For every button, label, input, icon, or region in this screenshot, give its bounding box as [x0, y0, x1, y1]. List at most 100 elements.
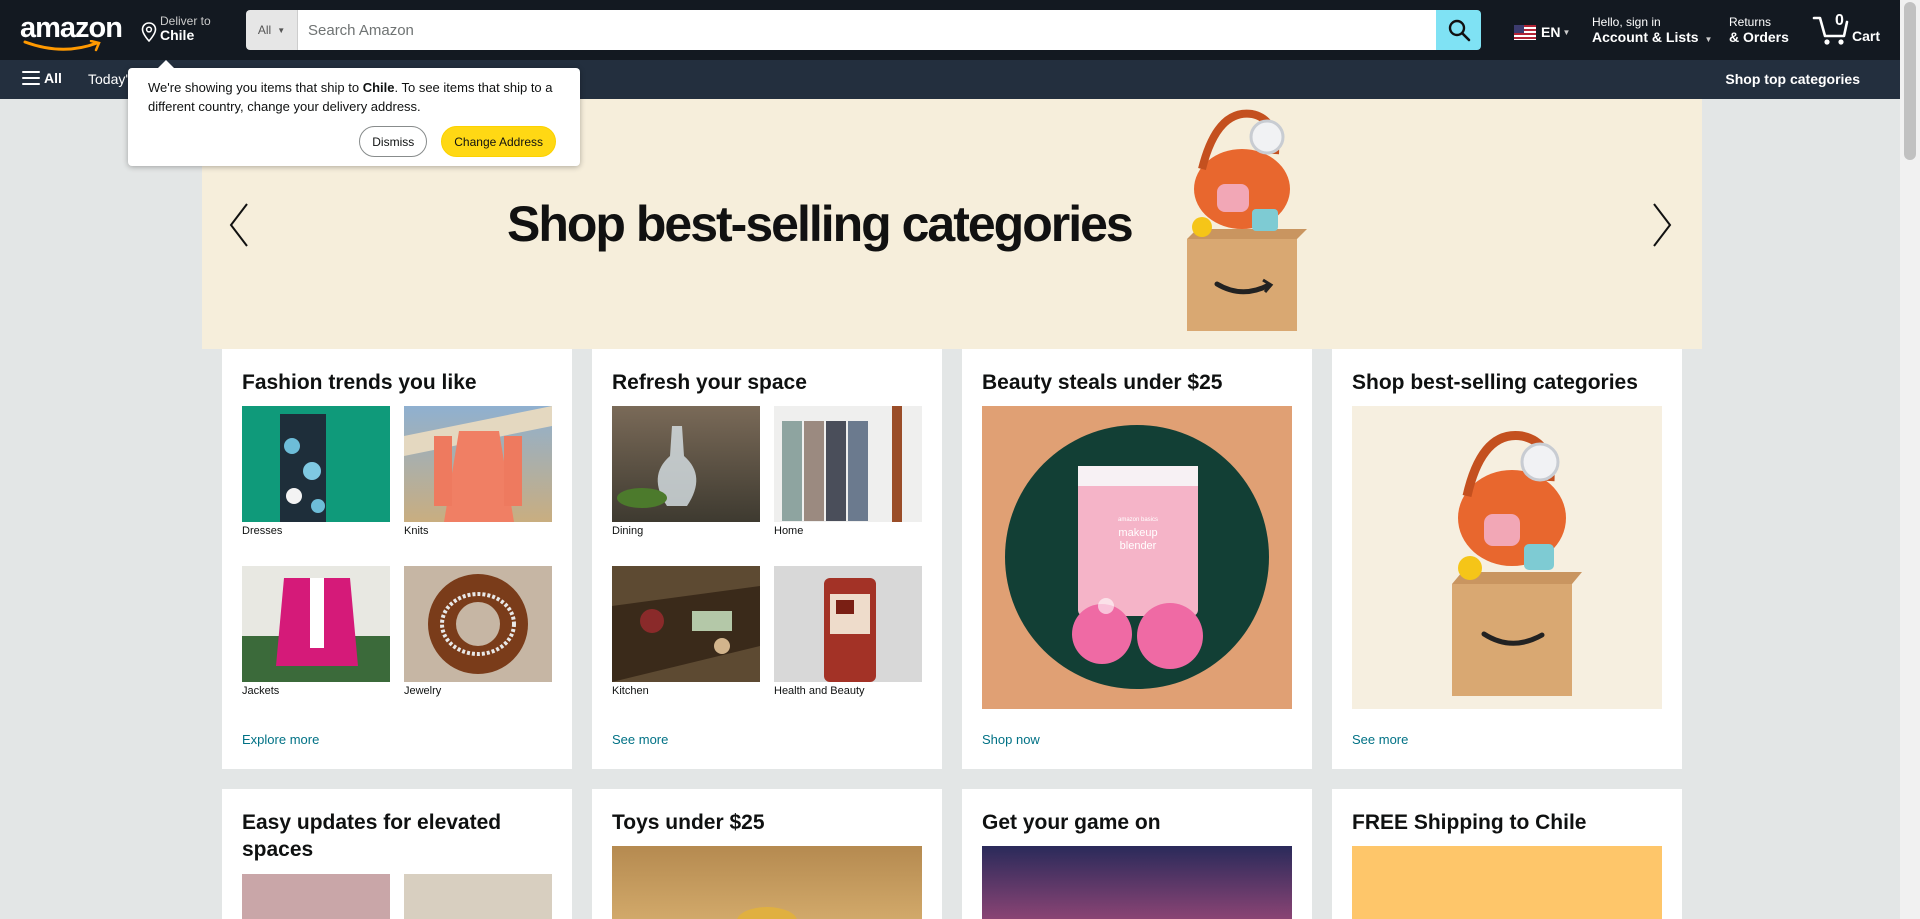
quad-caption: Knits	[404, 525, 429, 537]
account-greeting: Hello, sign in	[1592, 15, 1661, 29]
returns-orders[interactable]: Returns & Orders	[1729, 15, 1789, 45]
dining-image	[612, 406, 760, 522]
fashion-trends-card: Fashion trends you like Dresses Knits Ja…	[222, 349, 572, 769]
quad-caption: Home	[774, 525, 804, 537]
product-label: amazon basics makeup blender	[1106, 514, 1170, 553]
product-line1: makeup	[1118, 527, 1158, 539]
product-brand: amazon basics	[1117, 517, 1159, 523]
shopping-box-illustration	[1187, 109, 1307, 331]
quad-caption: Dining	[612, 525, 644, 537]
kitchen-image	[612, 566, 760, 682]
dismiss-button[interactable]: Dismiss	[359, 126, 428, 157]
quad-item-kitchen[interactable]: Kitchen	[612, 566, 760, 697]
caret-down-icon: ▼	[1562, 27, 1571, 37]
popup-message: We're showing you items that ship to Chi…	[148, 78, 558, 116]
popup-country: Chile	[362, 80, 395, 95]
quad-caption: Jackets	[242, 685, 280, 697]
gift-bow-icon	[737, 907, 797, 919]
deliver-to-label: Deliver to	[160, 14, 211, 28]
card-title: Get your game on	[982, 811, 1161, 834]
us-flag-icon	[1514, 24, 1536, 40]
refresh-space-card: Refresh your space Dining Home Kitchen H…	[592, 349, 942, 769]
card-title: Shop best-selling categories	[1352, 371, 1638, 394]
home-image	[774, 406, 922, 522]
quad-item-dresses[interactable]: Dresses	[242, 406, 390, 537]
free-shipping-image[interactable]	[1352, 846, 1662, 919]
change-address-button[interactable]: Change Address	[441, 126, 556, 157]
game-image[interactable]	[982, 846, 1292, 919]
language-label: EN	[1541, 24, 1561, 40]
caret-down-icon: ▼	[277, 25, 286, 35]
explore-more-link[interactable]: Explore more	[242, 732, 319, 747]
quad-item-jackets[interactable]: Jackets	[242, 566, 390, 697]
shop-now-link[interactable]: Shop now	[982, 732, 1040, 747]
quad-caption: Dresses	[242, 525, 283, 537]
jackets-image	[242, 566, 390, 682]
quad-item-jewelry[interactable]: Jewelry	[404, 566, 552, 697]
cart-count: 0	[1835, 12, 1844, 29]
delivery-location-popup: We're showing you items that ship to Chi…	[128, 60, 580, 166]
elevated-spaces-image-2[interactable]	[404, 874, 552, 919]
card-title: FREE Shipping to Chile	[1352, 811, 1587, 834]
health-beauty-image	[774, 566, 922, 682]
account-menu[interactable]: Hello, sign in Account & Lists ▼	[1592, 15, 1712, 47]
quad-item-dining[interactable]: Dining	[612, 406, 760, 537]
top-nav: amazon Deliver to Chile All ▼ E	[0, 0, 1900, 60]
language-selector[interactable]: EN ▼	[1514, 24, 1570, 40]
game-card: Get your game on	[962, 789, 1312, 919]
search-input[interactable]	[298, 10, 1436, 50]
search-bar: All ▼	[246, 10, 1481, 50]
card-title: Fashion trends you like	[242, 371, 477, 394]
scrollbar-thumb[interactable]	[1904, 2, 1916, 160]
product-line2: blender	[1119, 540, 1157, 552]
card-title: Toys under $25	[612, 811, 765, 834]
quad-caption: Kitchen	[612, 685, 649, 697]
free-shipping-card: FREE Shipping to Chile	[1332, 789, 1682, 919]
location-pin-icon	[141, 22, 157, 42]
card-title: Refresh your space	[612, 371, 807, 394]
see-more-link[interactable]: See more	[1352, 732, 1408, 747]
caret-down-icon: ▼	[1704, 35, 1713, 44]
elevated-spaces-card: Easy updates for elevated spaces	[222, 789, 572, 919]
card-title: Easy updates for elevated spaces	[242, 811, 502, 861]
toys-image[interactable]	[612, 846, 922, 919]
quad-caption: Jewelry	[404, 685, 442, 697]
search-category-dropdown[interactable]: All ▼	[246, 10, 298, 50]
shop-top-categories-link[interactable]: Shop top categories	[1725, 71, 1860, 87]
returns-label: Returns	[1729, 15, 1772, 29]
cart-label: Cart	[1852, 28, 1881, 44]
search-button[interactable]	[1436, 10, 1481, 50]
quad-item-health-beauty[interactable]: Health and Beauty	[774, 566, 922, 697]
search-category-label: All	[257, 23, 272, 37]
all-menu-button[interactable]: All	[22, 70, 62, 86]
chevron-left-icon[interactable]	[225, 200, 255, 250]
chevron-right-icon[interactable]	[1646, 200, 1676, 250]
elevated-spaces-image-1[interactable]	[242, 874, 390, 919]
amazon-logo[interactable]: amazon	[20, 12, 123, 52]
toys-card: Toys under $25	[592, 789, 942, 919]
all-menu-label: All	[44, 70, 62, 86]
orders-label: & Orders	[1729, 29, 1789, 45]
deliver-to[interactable]: Deliver to Chile	[141, 14, 211, 42]
deliver-to-country: Chile	[160, 27, 195, 43]
cart-button[interactable]: 0 Cart	[1812, 12, 1882, 48]
jewelry-image	[404, 566, 552, 682]
quad-caption: Health and Beauty	[774, 685, 865, 697]
hero-title: Shop best-selling categories	[507, 196, 1134, 252]
popup-text-start: We're showing you items that ship to	[148, 80, 363, 95]
beauty-product-image[interactable]: amazon basics makeup blender	[982, 406, 1292, 709]
knits-image	[404, 406, 552, 522]
dresses-image	[242, 406, 390, 522]
cart-icon	[1812, 16, 1849, 45]
quad-item-knits[interactable]: Knits	[404, 406, 552, 537]
page-scrollbar[interactable]	[1900, 0, 1920, 919]
account-lists-label: Account & Lists	[1592, 29, 1699, 45]
quad-item-home[interactable]: Home	[774, 406, 922, 537]
best-selling-card: Shop best-selling categories See more	[1332, 349, 1682, 769]
best-selling-image[interactable]	[1352, 406, 1662, 709]
hamburger-icon	[22, 71, 40, 85]
card-title: Beauty steals under $25	[982, 371, 1223, 394]
smile-icon	[23, 40, 101, 52]
search-icon	[1448, 19, 1470, 42]
see-more-link[interactable]: See more	[612, 732, 668, 747]
